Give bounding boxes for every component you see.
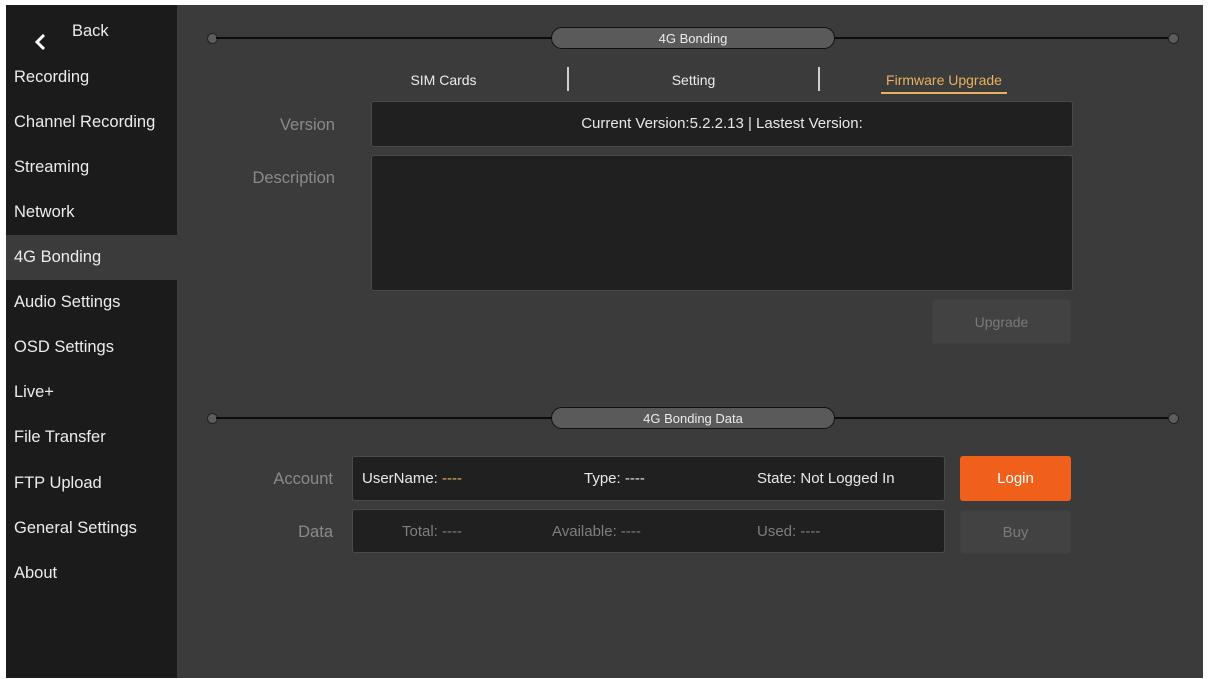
sidebar-item-general-settings[interactable]: General Settings [6,506,177,551]
sidebar: Back Recording Channel Recording Streami… [6,5,177,678]
account-type: Type: ---- [584,470,645,487]
sidebar-item-file-transfer[interactable]: File Transfer [6,415,177,460]
login-state: State: Not Logged In [757,470,895,487]
version-value: Current Version:5.2.2.13 | Lastest Versi… [581,115,863,132]
sidebar-item-streaming[interactable]: Streaming [6,145,177,190]
tab-sim-cards[interactable]: SIM Cards [401,65,486,95]
tab-divider [818,67,820,91]
sidebar-item-ftp-upload[interactable]: FTP Upload [6,461,177,506]
tab-firmware-upgrade[interactable]: Firmware Upgrade [881,65,1007,95]
data-info-box: Total: ---- Available: ---- Used: ---- [352,509,945,553]
buy-button[interactable]: Buy [960,510,1071,554]
upgrade-button[interactable]: Upgrade [932,299,1071,344]
sidebar-item-4g-bonding[interactable]: 4G Bonding [6,235,177,280]
version-field: Current Version:5.2.2.13 | Lastest Versi… [371,101,1073,147]
sidebar-item-about[interactable]: About [6,551,177,596]
sidebar-item-recording[interactable]: Recording [6,55,177,100]
section-title-4g-bonding: 4G Bonding [551,27,835,49]
login-button[interactable]: Login [960,456,1071,501]
data-total: Total: ---- [402,523,462,540]
data-used: Used: ---- [757,523,821,540]
username-value: ---- [442,470,463,487]
tab-divider [567,67,569,91]
sidebar-item-audio-settings[interactable]: Audio Settings [6,280,177,325]
section-title-4g-bonding-data: 4G Bonding Data [551,407,835,429]
description-textarea[interactable] [371,155,1073,291]
sidebar-item-live-plus[interactable]: Live+ [6,370,177,415]
tab-setting[interactable]: Setting [656,65,731,95]
app-window: Back Recording Channel Recording Streami… [6,5,1203,678]
back-label: Back [72,22,109,40]
section-line-dot-right [1168,33,1179,44]
username-field: UserName: ---- [362,470,462,487]
account-info-box: UserName: ---- Type: ---- State: Not Log… [352,456,945,501]
data-label: Data [298,523,333,541]
version-label: Version [279,116,335,134]
data-available: Available: ---- [552,523,641,540]
section-line-dot-right [1168,413,1179,424]
account-label: Account [273,470,333,488]
active-tab-underline [881,92,1007,94]
sidebar-item-network[interactable]: Network [6,190,177,235]
username-label: UserName: [362,470,438,487]
description-label: Description [252,169,335,187]
back-button[interactable]: Back [6,9,177,53]
sidebar-item-osd-settings[interactable]: OSD Settings [6,325,177,370]
sidebar-item-channel-recording[interactable]: Channel Recording [6,100,177,145]
tab-firmware-upgrade-label: Firmware Upgrade [886,72,1002,88]
